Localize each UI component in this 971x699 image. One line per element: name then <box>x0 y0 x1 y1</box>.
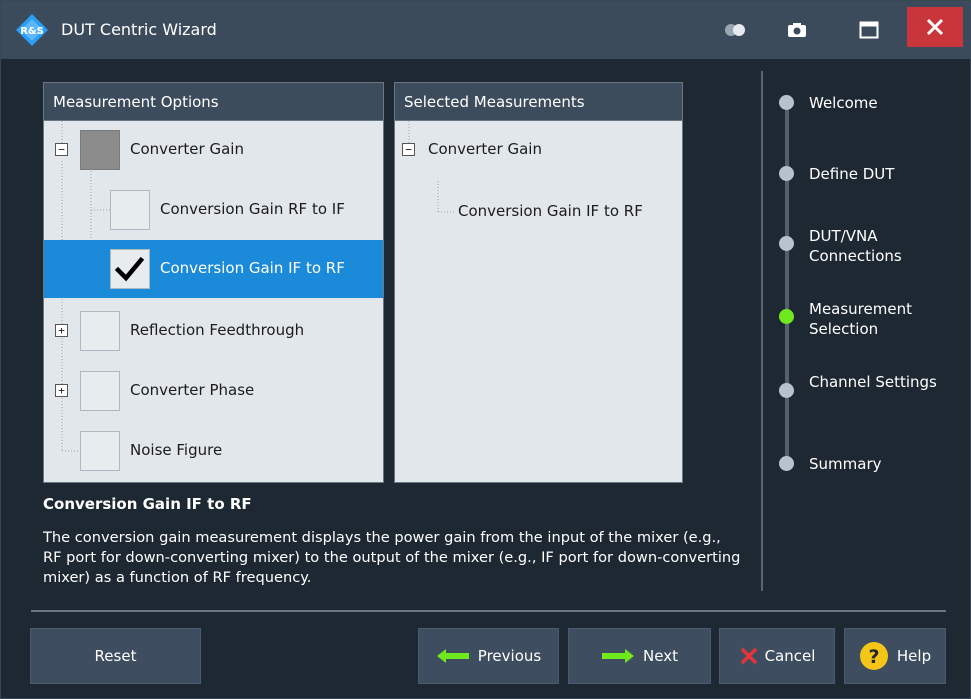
option-noise-figure[interactable]: Noise Figure <box>44 422 383 480</box>
next-button[interactable]: Next <box>568 628 711 684</box>
measurement-options-header: Measurement Options <box>44 83 383 121</box>
reflection-feedthrough-checkbox[interactable] <box>80 311 120 351</box>
theme-toggle-button[interactable] <box>709 7 761 53</box>
step-dot-measurement-selection <box>779 309 794 324</box>
step-dot-channel-settings <box>779 383 794 398</box>
selected-converter-gain[interactable]: − Converter Gain <box>395 121 682 179</box>
toggle-icon <box>725 24 745 36</box>
option-label: Reflection Feedthrough <box>130 321 305 339</box>
option-conversion-gain-if-to-rf[interactable]: Conversion Gain IF to RF <box>44 240 383 298</box>
step-dot-connections <box>779 236 794 251</box>
app-logo-icon: R&S <box>16 14 48 46</box>
maximize-icon <box>859 21 879 39</box>
previous-button[interactable]: Previous <box>418 628 559 684</box>
arrow-left-icon <box>436 649 469 663</box>
measurement-options-panel: Measurement Options − Converter Gain Con… <box>43 82 384 483</box>
step-channel-settings[interactable]: Channel Settings <box>809 372 949 392</box>
option-converter-phase[interactable]: + Converter Phase <box>44 362 383 420</box>
step-measurement-selection[interactable]: Measurement Selection <box>809 299 949 339</box>
conversion-gain-rf-to-if-checkbox[interactable] <box>110 190 150 230</box>
footer-separator <box>31 610 946 612</box>
option-label: Converter Gain <box>130 140 244 158</box>
close-icon <box>926 18 944 36</box>
close-button[interactable] <box>907 7 963 47</box>
previous-label: Previous <box>477 647 542 665</box>
step-define-dut[interactable]: Define DUT <box>809 164 949 184</box>
help-button[interactable]: ? Help <box>844 628 946 684</box>
selected-label: Conversion Gain IF to RF <box>458 202 643 220</box>
cancel-button[interactable]: Cancel <box>719 628 835 684</box>
next-label: Next <box>643 647 678 665</box>
svg-text:R&S: R&S <box>20 26 44 37</box>
converter-gain-checkbox[interactable] <box>80 130 120 170</box>
cancel-x-icon <box>740 647 757 665</box>
collapse-icon[interactable]: − <box>402 143 415 156</box>
converter-phase-checkbox[interactable] <box>80 371 120 411</box>
option-label: Converter Phase <box>130 381 255 399</box>
option-label: Noise Figure <box>130 441 223 459</box>
selected-measurements-panel: Selected Measurements − Converter Gain C… <box>394 82 683 483</box>
option-conversion-gain-rf-to-if[interactable]: Conversion Gain RF to IF <box>44 181 383 239</box>
step-connections[interactable]: DUT/VNA Connections <box>809 226 949 266</box>
screenshot-button[interactable] <box>771 7 823 53</box>
selected-conversion-gain-if-to-rf[interactable]: Conversion Gain IF to RF <box>395 181 682 239</box>
window-title: DUT Centric Wizard <box>61 20 217 39</box>
camera-icon <box>788 23 806 37</box>
option-label: Conversion Gain RF to IF <box>160 200 345 218</box>
steps-separator <box>761 71 763 591</box>
wizard-window: R&S DUT Centric Wizard Measurement Optio… <box>0 0 971 699</box>
arrow-right-icon <box>602 649 635 663</box>
help-label: Help <box>896 647 932 665</box>
selected-label: Converter Gain <box>428 140 542 158</box>
step-summary[interactable]: Summary <box>809 454 949 474</box>
option-converter-gain[interactable]: − Converter Gain <box>44 121 383 179</box>
checkmark-icon <box>114 256 145 282</box>
conversion-gain-if-to-rf-checkbox[interactable] <box>110 249 150 289</box>
description-title: Conversion Gain IF to RF <box>43 495 252 513</box>
cancel-label: Cancel <box>764 647 816 665</box>
reset-label: Reset <box>94 647 137 665</box>
title-bar: R&S DUT Centric Wizard <box>1 1 971 59</box>
help-icon: ? <box>859 642 888 670</box>
expand-icon[interactable]: + <box>55 324 68 337</box>
step-dot-define-dut <box>779 166 794 181</box>
expand-icon[interactable]: + <box>55 384 68 397</box>
steps-track <box>785 101 789 463</box>
noise-figure-checkbox[interactable] <box>80 431 120 471</box>
description-body: The conversion gain measurement displays… <box>43 529 741 586</box>
step-dot-welcome <box>779 95 794 110</box>
step-welcome[interactable]: Welcome <box>809 93 949 113</box>
selected-measurements-header: Selected Measurements <box>395 83 682 121</box>
reset-button[interactable]: Reset <box>30 628 201 684</box>
option-label: Conversion Gain IF to RF <box>160 259 345 277</box>
option-reflection-feedthrough[interactable]: + Reflection Feedthrough <box>44 302 383 360</box>
step-dot-summary <box>779 456 794 471</box>
collapse-icon[interactable]: − <box>55 143 68 156</box>
maximize-button[interactable] <box>843 7 895 53</box>
svg-text:?: ? <box>868 646 879 668</box>
